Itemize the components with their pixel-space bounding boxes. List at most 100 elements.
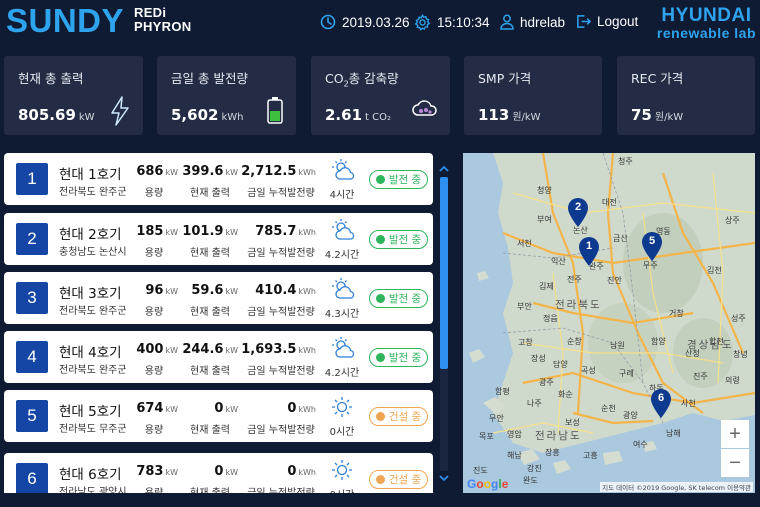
brand-logo[interactable]: SUNDY bbox=[6, 2, 124, 40]
map-label: 성주 bbox=[731, 314, 746, 323]
map-label: 여수 bbox=[633, 440, 648, 449]
sun-hours: 4.2시간 bbox=[324, 368, 360, 379]
status-dot bbox=[375, 353, 385, 362]
partner-logo: REDi PHYRON bbox=[134, 6, 191, 34]
map-label: 고흥 bbox=[583, 451, 598, 460]
status-dot bbox=[375, 475, 385, 484]
plant-accum: 1,693.5 kWh bbox=[241, 342, 316, 357]
gear-icon[interactable] bbox=[414, 14, 431, 31]
plant-card[interactable]: 6 현대 6호기전라남도 광양시 783kW 용량 0kW 현재 출력 0kWh 금일 누적발… bbox=[4, 453, 433, 493]
map-label: 진안 bbox=[607, 276, 622, 285]
scroll-up-button[interactable] bbox=[438, 162, 450, 174]
plant-card[interactable]: 5 현대 5호기 전라북도 무주군 674 kW 용량 0 kW 현재 출력 0 kWh 금일 누적발… bbox=[4, 390, 433, 442]
co2-cloud-icon bbox=[412, 100, 437, 116]
stat-label: 금일 총 발전량 bbox=[171, 71, 248, 86]
map-marker[interactable]: 1 bbox=[578, 237, 600, 267]
user-display[interactable]: hdrelab bbox=[500, 14, 565, 30]
map-label: 청주 bbox=[618, 157, 633, 166]
plant-number: 4 bbox=[16, 341, 48, 373]
plant-card[interactable]: 3 현대 3호기 전라북도 완주군 96 kW 용량 59.6 kW 현재 출력 410.4 kWh… bbox=[4, 272, 433, 324]
plant-output: 0 kW bbox=[214, 401, 238, 416]
status-badge: 발전 중 bbox=[369, 230, 428, 249]
map-label: 익산 bbox=[551, 257, 566, 266]
map-label: 보성 bbox=[565, 418, 580, 427]
plant-card[interactable]: 2 현대 2호기 충청남도 논산시 185 kW 용량 101.9 kW 현재 출력 785.7 k… bbox=[4, 213, 433, 265]
map-marker[interactable]: 5 bbox=[641, 232, 663, 262]
date-display: 2019.03.26 bbox=[320, 14, 410, 30]
logout-button[interactable]: Logout bbox=[576, 14, 638, 29]
status-dot bbox=[375, 412, 385, 421]
plant-accum: 785.7 kWh bbox=[255, 224, 316, 239]
weather-icon-wrap bbox=[331, 278, 357, 304]
capacity-label: 용량 bbox=[144, 366, 164, 377]
map-region-label: 전라북도 bbox=[555, 299, 602, 311]
weather-icon-wrap bbox=[331, 396, 353, 422]
plant-name: 현대 4호기 bbox=[59, 345, 122, 361]
chevron-down-icon bbox=[439, 474, 449, 481]
plant-output: 399.6 kW bbox=[182, 164, 238, 179]
status-badge: 건설 중 bbox=[369, 407, 428, 426]
scroll-down-button[interactable] bbox=[438, 472, 450, 484]
map-attribution[interactable]: 지도 데이터 ©2019 Google, SK telecom 이용약관 bbox=[600, 482, 753, 492]
plant-accum: 0 kWh bbox=[287, 464, 316, 479]
plant-list[interactable]: 1 현대 1호기 전라북도 완주군 686 kW 용량 399.6 kW 현재 출력 2,712.… bbox=[0, 153, 436, 493]
plant-card[interactable]: 1 현대 1호기 전라북도 완주군 686 kW 용량 399.6 kW 현재 출력 2,712.… bbox=[4, 153, 433, 205]
status-badge: 건설 중 bbox=[369, 470, 428, 489]
plant-accum: 2,712.5 kWh bbox=[241, 164, 316, 179]
stat-value: 75 원/kW bbox=[631, 106, 684, 124]
status-dot bbox=[375, 294, 385, 303]
user-icon bbox=[500, 14, 514, 30]
marker-label: 5 bbox=[648, 235, 656, 247]
sun-hours: 0시간 bbox=[329, 427, 355, 438]
stat-label: REC 가격 bbox=[631, 71, 684, 86]
sun-icon bbox=[332, 397, 352, 417]
capacity-label: 용량 bbox=[144, 425, 164, 436]
map-label: 김제 bbox=[539, 282, 554, 291]
company-logo[interactable]: HYUNDAI renewable lab bbox=[657, 6, 756, 41]
map-label: 창녕 bbox=[733, 350, 748, 359]
output-label: 현재 출력 bbox=[190, 366, 230, 377]
map-marker[interactable]: 2 bbox=[567, 198, 589, 228]
map-label: 장흥 bbox=[545, 448, 560, 457]
scrollbar-thumb[interactable] bbox=[440, 177, 448, 369]
weather-icon-wrap bbox=[331, 159, 357, 185]
chevron-up-icon bbox=[439, 165, 449, 172]
map-label: 김천 bbox=[707, 266, 722, 275]
map-label: 전주 bbox=[567, 275, 582, 284]
map-label: 남해 bbox=[666, 429, 681, 438]
plant-capacity: 185 kW bbox=[136, 224, 178, 239]
status-dot bbox=[375, 175, 385, 184]
plant-accum: 0 kWh bbox=[287, 401, 316, 416]
map-label: 의령 bbox=[725, 376, 740, 385]
map-label: 청양 bbox=[537, 186, 552, 195]
map-label: 부여 bbox=[537, 215, 552, 224]
stat-label: CO2총 감축량 bbox=[325, 71, 399, 89]
plant-region: 전라북도 무주군 bbox=[59, 424, 127, 435]
map-label: 서천 bbox=[517, 239, 532, 248]
map-label: 거창 bbox=[669, 309, 684, 318]
plant-name: 현대 2호기 bbox=[59, 227, 122, 243]
marker-label: 6 bbox=[657, 392, 665, 404]
map-label: 영암 bbox=[507, 430, 522, 439]
output-label: 현재 출력 bbox=[190, 425, 230, 436]
plant-region: 전라북도 완주군 bbox=[59, 187, 127, 198]
status-dot bbox=[375, 235, 385, 244]
capacity-label: 용량 bbox=[144, 307, 164, 318]
map-label: 광주 bbox=[539, 378, 554, 387]
map-marker[interactable]: 6 bbox=[650, 389, 672, 419]
zoom-in-button[interactable]: + bbox=[721, 420, 749, 448]
map-label: 순창 bbox=[567, 337, 582, 346]
stat-smp-price: SMP 가격 113 원/kW bbox=[464, 56, 602, 135]
map-panel[interactable]: 청주 청양 부여 대전 서천 논산 금산 영동 상주 김천 익산 김제 완주 전… bbox=[463, 153, 755, 493]
zoom-out-button[interactable]: − bbox=[721, 449, 749, 477]
accum-label: 금일 누적발전량 bbox=[247, 307, 315, 318]
map-label: 목포 bbox=[479, 432, 494, 441]
map-label: 무안 bbox=[489, 414, 504, 423]
plant-card[interactable]: 4 현대 4호기 전라북도 완주군 400 kW 용량 244.6 kW 현재 출력 1,693.… bbox=[4, 331, 433, 383]
plant-capacity: 783 kW bbox=[136, 464, 178, 479]
stat-rec-price: REC 가격 75 원/kW bbox=[617, 56, 755, 135]
capacity-label: 용량 bbox=[134, 484, 174, 493]
sun-hours: 0시간 bbox=[322, 486, 362, 493]
plant-region: 충청남도 논산시 bbox=[59, 247, 127, 258]
google-logo[interactable]: Google bbox=[467, 477, 508, 491]
